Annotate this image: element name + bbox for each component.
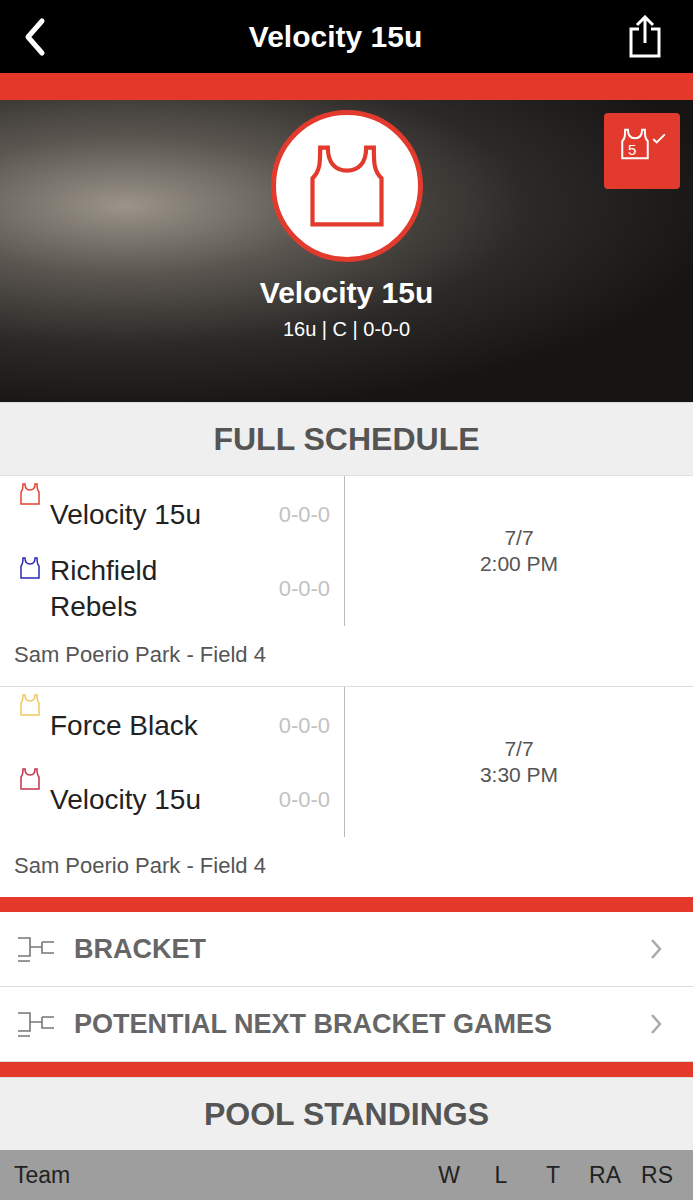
game-clock: 2:00 PM <box>480 551 558 577</box>
chevron-right-icon <box>649 937 663 961</box>
jersey-icon <box>18 556 42 580</box>
bracket-icon <box>16 934 56 964</box>
team-row: Force Black 0-0-0 <box>0 689 344 763</box>
link-label: POTENTIAL NEXT BRACKET GAMES <box>74 1009 649 1040</box>
back-chevron-icon[interactable] <box>22 17 46 57</box>
game-time: 7/73:30 PM <box>345 687 693 837</box>
accent-strip <box>0 897 693 912</box>
team-record: 0-0-0 <box>279 576 330 602</box>
game-location: Sam Poerio Park - Field 4 <box>0 837 693 895</box>
bracket-link[interactable]: BRACKET <box>0 912 693 987</box>
standings-header: POOL STANDINGS <box>0 1077 693 1150</box>
column-header[interactable]: W <box>423 1162 475 1189</box>
badge-number: 5 <box>628 141 636 158</box>
page-title: Velocity 15u <box>249 20 422 54</box>
team-row: Richfield Rebels 0-0-0 <box>0 552 344 626</box>
jersey-icon <box>301 140 393 232</box>
standings-columns: TeamWLTRARS <box>0 1150 693 1200</box>
team-label: Velocity 15u <box>50 782 240 818</box>
game-row: Force Black 0-0-0 Velocity 15u 0-0-0 7/73:30… <box>0 687 693 837</box>
team-label: Velocity 15u <box>50 497 240 533</box>
bracket-icon <box>16 1009 56 1039</box>
check-icon <box>652 133 666 145</box>
column-header[interactable]: Team <box>14 1162 423 1189</box>
game-card[interactable]: Velocity 15u 0-0-0 Richfield Rebels 0-0-0 7/… <box>0 475 693 686</box>
game-clock: 3:30 PM <box>480 762 558 788</box>
team-label: Richfield Rebels <box>50 553 240 625</box>
game-card[interactable]: Force Black 0-0-0 Velocity 15u 0-0-0 7/73:30… <box>0 686 693 897</box>
top-bar: Velocity 15u <box>0 0 693 73</box>
team-row: Velocity 15u 0-0-0 <box>0 763 344 837</box>
team-row: Velocity 15u 0-0-0 <box>0 478 344 552</box>
team-logo <box>271 110 423 262</box>
team-record: 0-0-0 <box>279 787 330 813</box>
column-header[interactable]: RS <box>631 1162 683 1189</box>
game-time: 7/72:00 PM <box>345 476 693 626</box>
team-page: Velocity 15u 5 Velocity 15u 16u | C | 0-0-0… <box>0 0 693 1200</box>
team-name: Velocity 15u <box>260 276 433 310</box>
jersey-icon <box>18 693 42 717</box>
team-record: 0-0-0 <box>279 502 330 528</box>
chevron-right-icon <box>649 1012 663 1036</box>
accent-strip <box>0 73 693 100</box>
team-subtitle: 16u | C | 0-0-0 <box>283 318 410 341</box>
column-header[interactable]: RA <box>579 1162 631 1189</box>
game-row: Velocity 15u 0-0-0 Richfield Rebels 0-0-0 7/… <box>0 476 693 626</box>
share-icon[interactable] <box>625 15 665 59</box>
team-hero: 5 Velocity 15u 16u | C | 0-0-0 <box>0 100 693 402</box>
column-header[interactable]: L <box>475 1162 527 1189</box>
game-teams: Velocity 15u 0-0-0 Richfield Rebels 0-0-0 <box>0 476 345 626</box>
game-date: 7/7 <box>504 525 533 551</box>
game-teams: Force Black 0-0-0 Velocity 15u 0-0-0 <box>0 687 345 837</box>
game-location: Sam Poerio Park - Field 4 <box>0 626 693 684</box>
bracket-link[interactable]: POTENTIAL NEXT BRACKET GAMES <box>0 987 693 1062</box>
jersey-icon <box>18 767 42 791</box>
game-date: 7/7 <box>504 736 533 762</box>
team-record: 0-0-0 <box>279 713 330 739</box>
accent-strip <box>0 1062 693 1077</box>
link-label: BRACKET <box>74 934 649 965</box>
schedule-header: FULL SCHEDULE <box>0 402 693 475</box>
team-label: Force Black <box>50 708 240 744</box>
column-header[interactable]: T <box>527 1162 579 1189</box>
jersey-icon <box>18 482 42 506</box>
roster-badge[interactable]: 5 <box>604 113 680 189</box>
